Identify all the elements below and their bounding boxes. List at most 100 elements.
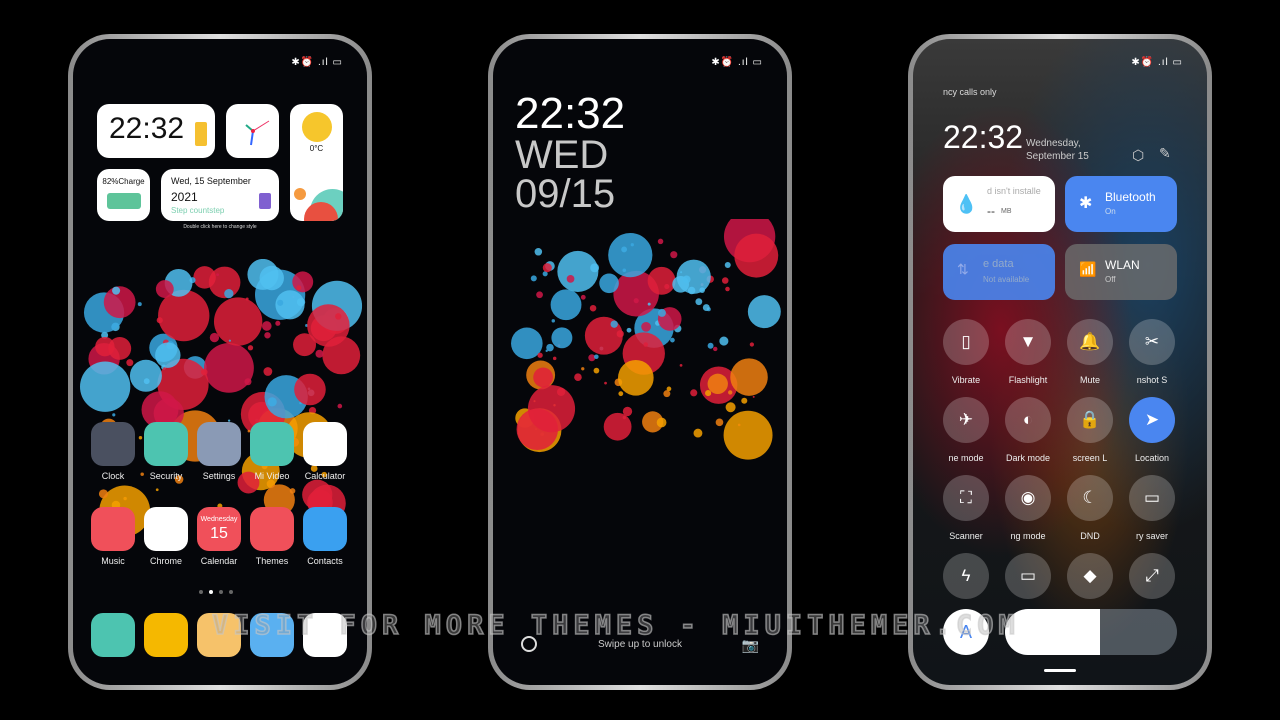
brightness-slider[interactable] [1005,609,1177,655]
paint-splat [204,342,254,393]
toggle-label: Location [1134,453,1170,463]
paint-splat [155,280,174,298]
paint-splat [551,327,573,349]
toggle-vibrate[interactable]: ▯ Vibrate [943,319,989,385]
app-clock[interactable]: Clock [91,422,135,481]
toggle-dnd[interactable]: ☾ DND [1067,475,1113,541]
paint-splat [574,373,582,382]
toggle-tile[interactable]: ▭ [1005,553,1051,609]
toggle-icon: ◆ [1067,553,1113,599]
settings-icon[interactable]: ⬡ [1132,147,1144,164]
paint-splat [244,378,252,386]
paint-splat [213,297,263,346]
paint-splat [580,294,586,300]
battery-widget[interactable]: 82%Charge [97,169,150,221]
toggle-ne-mode[interactable]: ✈ ne mode [943,397,989,463]
status-bar: ✱⏰ .ıl ▭ [1131,57,1183,68]
app-mi-video[interactable]: Mi Video [250,422,294,481]
toggle-icon: 🔒 [1067,397,1113,443]
toggle-flashlight[interactable]: ▼ Flashlight [1005,319,1051,385]
toggle-location[interactable]: ➤ Location [1129,397,1175,463]
contacts-icon [303,507,347,551]
paint-splat [530,275,537,282]
tile-title: e data [983,258,1014,270]
paint-splat [730,358,768,396]
cc-date: Wednesday, [1026,138,1081,149]
calculator-icon [303,422,347,466]
dock-app[interactable] [91,613,135,657]
toggle-ry-saver[interactable]: ▭ ry saver [1129,475,1175,541]
status-bar: ✱⏰ .ıl ▭ [711,57,763,68]
paint-splat [657,238,664,245]
toggle-mute[interactable]: 🔔 Mute [1067,319,1113,385]
toggle-icon: ▼ [1005,319,1051,365]
date-widget[interactable]: Wed, 15 September 2021 Step countstep [161,169,279,221]
carrier-text: ncy calls only [943,87,997,97]
toggle-scanner[interactable]: ⛶ Scanner [943,475,989,541]
home-screen: ✱⏰ .ıl ▭ 22:32 0°C 82%Charge Wed, 15 Sep… [73,39,367,685]
paint-splat [247,345,254,351]
app-themes[interactable]: Themes [250,507,294,566]
wlan-tile[interactable]: 📶 WLAN Off [1065,244,1177,300]
app-music[interactable]: Music [91,507,135,566]
tile-value: -- [987,204,995,218]
toggle-dark-mode[interactable]: ◐ Dark mode [1005,397,1051,463]
toggle-label: Vibrate [951,375,981,385]
dock-icon [144,613,188,657]
app-label: Calculator [304,471,346,481]
analog-clock-widget[interactable] [226,104,279,158]
paint-splat [747,295,781,329]
data-arrows-icon: ⇅ [957,261,969,277]
paint-splat [216,273,220,277]
lock-date: 09/15 [515,172,616,216]
paint-splat [695,298,703,306]
paint-splat [557,250,599,292]
paint-splat [536,291,543,299]
dock-app[interactable] [144,613,188,657]
toggle-label: DND [1080,531,1100,541]
app-calendar[interactable]: Wednesday 15 Calendar [197,507,241,566]
paint-splat [593,367,600,374]
paint-splat [690,389,698,397]
plant-icon [259,193,271,209]
paint-splat [702,304,710,311]
paint-splat [537,352,543,358]
edit-icon[interactable]: ✎ [1159,145,1171,162]
toggle-label: ng mode [1010,531,1046,541]
clock-widget[interactable]: 22:32 [97,104,215,158]
mi-video-icon [250,422,294,466]
app-contacts[interactable]: Contacts [303,507,347,566]
sun-icon [302,112,332,142]
paint-splat [112,413,116,417]
paint-splat [715,418,724,427]
phone-home: ✱⏰ .ıl ▭ 22:32 0°C 82%Charge Wed, 15 Sep… [68,34,372,690]
app-chrome[interactable]: Chrome [144,507,188,566]
phone-control-center: ncy calls only ✱⏰ .ıl ▭ 22:32 Wednesday,… [908,34,1212,690]
tile-status: On [1105,207,1116,216]
app-settings[interactable]: Settings [197,422,241,481]
bluetooth-tile[interactable]: ✱ Bluetooth On [1065,176,1177,232]
app-security[interactable]: Security [144,422,188,481]
weather-widget[interactable]: 0°C [290,104,343,221]
paint-splat [713,346,718,352]
toggle-tile[interactable]: ⤢ [1129,553,1175,609]
toggle-nshot-s[interactable]: ✂ nshot S [1129,319,1175,385]
paint-splat [610,320,618,328]
toggle-icon: ➤ [1129,397,1175,443]
toggle-ng-mode[interactable]: ◉ ng mode [1005,475,1051,541]
paint-splat [693,428,703,438]
toggle-screen-l[interactable]: 🔒 screen L [1067,397,1113,463]
home-indicator[interactable] [1044,669,1076,672]
paint-splat [224,289,234,299]
toggle-icon: ϟ [943,553,989,599]
app-calculator[interactable]: Calculator [303,422,347,481]
paint-splat [79,361,131,412]
toggle-tile[interactable]: ϟ [943,553,989,609]
paint-splat [626,327,632,333]
paint-splat [296,285,302,291]
page-indicator[interactable] [199,590,233,594]
decor-circle [294,188,306,200]
data-usage-tile[interactable]: 💧 d isn't installe -- MB [943,176,1055,232]
toggle-tile[interactable]: ◆ [1067,553,1113,609]
mobile-data-tile[interactable]: ⇅ e data Not available [943,244,1055,300]
